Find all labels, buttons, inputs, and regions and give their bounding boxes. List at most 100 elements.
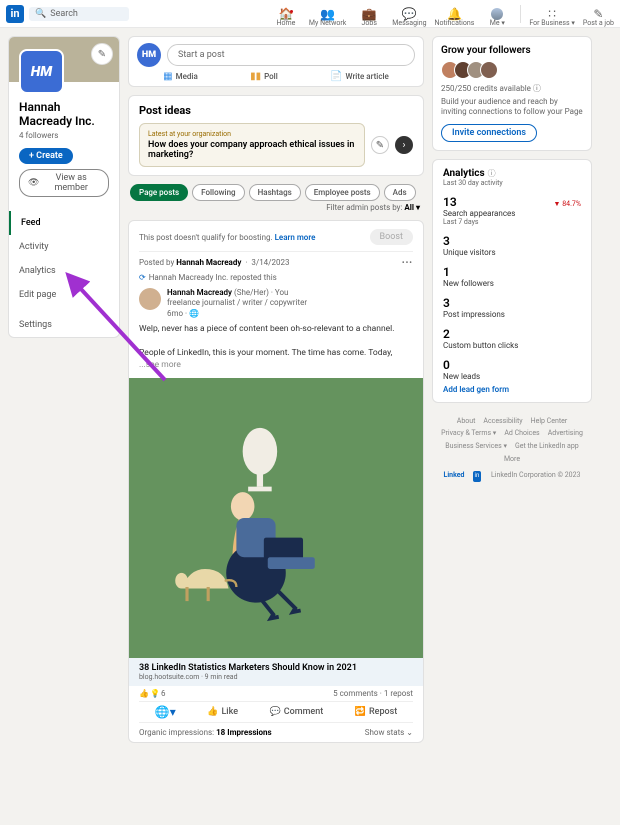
comments-count[interactable]: 5 comments · 1 repost [333,689,413,698]
idea-edit-button[interactable]: ✎ [371,136,389,154]
linkedin-logo[interactable]: in [6,5,24,23]
post-card: This post doesn't qualify for boosting. … [128,220,424,743]
footer-link[interactable]: Business Services ▾ [445,440,507,453]
reactor-icon[interactable]: 🌐▾ [155,705,176,719]
cover-image: HM ✎ [9,37,119,82]
page-title[interactable]: Hannah Macready Inc. [19,100,109,129]
boost-button[interactable]: Boost [370,229,413,245]
poll-icon: ▮▮ [250,71,261,82]
start-post-input[interactable]: Start a post [167,44,415,66]
add-lead-form-link[interactable]: Add lead gen form [443,385,581,394]
footer-link[interactable]: Advertising [548,427,583,440]
repost-icon: 🔁 [355,707,366,717]
edit-cover-button[interactable]: ✎ [91,43,113,65]
reposted-badge: ⟳ Hannah Macready Inc. reposted this [139,273,413,282]
stat-item[interactable]: 1New followers [443,265,581,288]
footer-link[interactable]: Help Center [531,415,568,428]
nav-network[interactable]: 👥My Network [309,8,346,27]
posted-by: Posted by Hannah Macready · 3/14/2023 [139,258,289,267]
info-icon[interactable]: ⓘ [488,168,496,179]
page-logo[interactable]: HM [19,49,64,94]
idea-prompt[interactable]: Latest at your organization How does you… [139,123,365,167]
footer: About Accessibility Help Center Privacy & T… [432,411,592,486]
link-preview[interactable]: 38 LinkedIn Statistics Marketers Should … [129,658,423,686]
tab-page-posts[interactable]: Page posts [130,184,188,201]
view-as-member-button[interactable]: 👁View as member [19,169,109,197]
profile-card: HM ✎ Hannah Macready Inc. 4 followers + … [8,36,120,338]
post-menu-icon[interactable]: ••• [402,258,413,267]
tab-following[interactable]: Following [192,184,244,201]
start-post-card: HM Start a post ▦Media ▮▮Poll 📄Write art… [128,36,424,87]
follower-avatars [441,61,583,79]
see-more-link[interactable]: ...see more [139,360,181,370]
footer-link[interactable]: About [457,415,476,428]
author-avatar[interactable] [139,288,161,310]
post-time: 6mo · 🌐 [167,309,199,318]
author-name[interactable]: Hannah Macready [167,288,232,297]
menu-edit-page[interactable]: Edit page [9,283,119,307]
header: in 🔍 Search 🏠Home 👥My Network 💼Jobs 💬Mes… [0,0,620,28]
nav-home[interactable]: 🏠Home [271,8,301,27]
idea-next-button[interactable]: › [395,136,413,154]
illustration [158,392,393,644]
footer-link[interactable]: Get the LinkedIn app [515,440,579,453]
page-avatar-icon: HM [137,43,161,67]
boost-message: This post doesn't qualify for boosting. … [139,233,315,242]
grow-title: Grow your followers [441,45,583,56]
nav-notifications[interactable]: 🔔Notifications [435,8,475,27]
poll-button[interactable]: ▮▮Poll [250,71,278,82]
post-ideas-title: Post ideas [139,104,413,117]
nav-post-job[interactable]: ✎Post a job [583,8,614,27]
filter-row[interactable]: Filter admin posts by: All ▾ [128,201,424,212]
tab-hashtags[interactable]: Hashtags [249,184,301,201]
footer-link[interactable]: More [504,453,520,466]
eye-icon: 👁 [28,178,39,188]
article-icon: 📄 [330,71,342,82]
show-stats-button[interactable]: Show stats ⌄ [365,728,413,737]
tab-employee-posts[interactable]: Employee posts [305,184,380,201]
create-button[interactable]: + Create [19,148,73,164]
impressions: Organic impressions: 18 Impressions [139,728,272,737]
nav-me[interactable]: Me ▾ [482,8,512,27]
author-headline: freelance journalist / writer / copywrit… [167,298,307,307]
nav-messaging[interactable]: 💬Messaging [392,8,426,27]
credits-text: 250/250 credits available ⓘ [441,83,583,94]
stat-item[interactable]: 2Custom button clicks [443,327,581,350]
like-icon: 👍 [207,707,218,717]
info-icon[interactable]: ⓘ [533,84,541,93]
search-placeholder: Search [50,9,78,19]
menu-settings[interactable]: Settings [9,313,119,337]
tab-ads[interactable]: Ads [384,184,416,201]
post-text: Welp, never has a piece of content been … [139,324,413,372]
write-article-button[interactable]: 📄Write article [330,71,389,82]
footer-corp: LinkedIn Corporation © 2023 [491,469,580,482]
followers-count[interactable]: 4 followers [19,131,109,140]
stat-item[interactable]: 3Post impressions [443,296,581,319]
top-nav: 🏠Home 👥My Network 💼Jobs 💬Messaging 🔔Noti… [271,0,614,27]
footer-link[interactable]: Ad Choices [504,427,539,440]
repost-button[interactable]: 🔁Repost [355,705,398,719]
nav-jobs[interactable]: 💼Jobs [354,8,384,27]
like-button[interactable]: 👍Like [207,705,238,719]
feed-tabs: Page posts Following Hashtags Employee p… [128,184,424,201]
comment-button[interactable]: 💬Comment [270,705,324,719]
invite-connections-button[interactable]: Invite connections [441,124,537,142]
stat-item[interactable]: 3Unique visitors [443,234,581,257]
stat-item[interactable]: 0New leads [443,358,581,381]
menu-analytics[interactable]: Analytics [9,259,119,283]
footer-link[interactable]: Privacy & Terms ▾ [441,427,496,440]
analytics-title: Analytics [443,168,485,179]
media-icon: ▦ [163,71,172,82]
stat-item[interactable]: 13▼ 84.7%Search appearancesLast 7 days [443,195,581,226]
nav-business[interactable]: ∷For Business ▾ [529,8,575,27]
analytics-card: Analyticsⓘ Last 30 day activity 13▼ 84.7… [432,159,592,403]
reactions[interactable]: 👍💡6 [139,689,165,698]
learn-more-link[interactable]: Learn more [275,233,316,242]
grow-followers-card: Grow your followers 250/250 credits avai… [432,36,592,151]
footer-link[interactable]: Accessibility [483,415,522,428]
search-input[interactable]: 🔍 Search [29,7,129,21]
media-button[interactable]: ▦Media [163,71,198,82]
post-image[interactable] [129,378,423,658]
menu-feed[interactable]: Feed [9,211,119,235]
menu-activity[interactable]: Activity [9,235,119,259]
